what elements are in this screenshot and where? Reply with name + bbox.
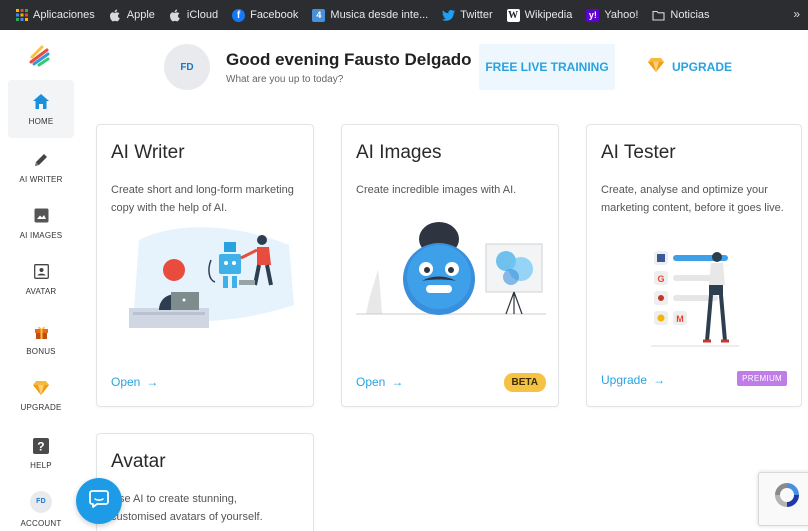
bookmark-apple[interactable]: Apple	[102, 0, 162, 30]
diamond-icon	[32, 379, 50, 397]
card-ai-tester[interactable]: AI Tester Create, analyse and optimize y…	[586, 124, 802, 407]
svg-text:G: G	[657, 274, 664, 284]
bookmark-twitter[interactable]: Twitter	[435, 0, 499, 30]
yahoo-icon: y!	[586, 8, 600, 22]
sidebar-item-label: AI WRITER	[19, 174, 63, 184]
apps-grid-icon	[15, 9, 28, 22]
image-icon	[32, 207, 50, 225]
sidebar-item-avatar[interactable]: AVATAR	[8, 250, 74, 308]
card-title: AI Tester	[601, 142, 676, 163]
diamond-icon	[648, 58, 664, 75]
bookmark-yahoo[interactable]: y! Yahoo!	[579, 0, 645, 30]
link-label: Upgrade	[601, 373, 648, 387]
bookmarks-overflow-button[interactable]: »	[793, 7, 800, 21]
twitter-icon	[442, 9, 456, 22]
bookmark-musica[interactable]: 4 Musica desde inte...	[305, 0, 435, 30]
recaptcha-badge[interactable]	[758, 472, 808, 526]
card-avatar[interactable]: Avatar Use AI to create stunning, custom…	[96, 433, 314, 531]
arrow-right-icon: →	[146, 375, 159, 389]
beta-badge: BETA	[503, 373, 546, 392]
upgrade-link[interactable]: Upgrade →	[601, 373, 665, 387]
upgrade-label: UPGRADE	[672, 59, 733, 74]
sidebar-item-home[interactable]: HOME	[8, 80, 74, 138]
facebook-icon: f	[232, 8, 246, 22]
bookmark-label: Musica desde inte...	[330, 9, 429, 21]
card-description: Create incredible images with AI.	[356, 184, 517, 196]
card-title: AI Writer	[111, 142, 185, 163]
arrow-right-icon: →	[391, 375, 404, 389]
apple-icon	[109, 9, 122, 22]
card-description: Use AI to create stunning, customised av…	[111, 493, 263, 523]
apple-icon	[169, 9, 182, 22]
bookmark-facebook[interactable]: f Facebook	[225, 0, 305, 30]
bookmark-label: Wikipedia	[524, 9, 573, 21]
card-ai-writer[interactable]: AI Writer Create short and long-form mar…	[96, 124, 314, 407]
bookmark-icloud[interactable]: iCloud	[162, 0, 225, 30]
bookmark-label: Facebook	[250, 9, 299, 21]
svg-text:?: ?	[37, 439, 45, 453]
bookmarks-bar: Aplicaciones Apple iCloud f Facebook 4 M…	[0, 0, 808, 30]
sidebar-item-ai-writer[interactable]: AI WRITER	[8, 138, 74, 196]
svg-text:M: M	[676, 314, 684, 324]
tester-illustration: G M	[651, 241, 741, 356]
sidebar-item-label: ACCOUNT	[20, 518, 62, 528]
sidebar-item-label: BONUS	[26, 346, 56, 356]
sidebar: HOME AI WRITER AI IMAGES AVATAR BONUS UP…	[0, 30, 78, 531]
home-icon	[32, 93, 50, 111]
sidebar-item-label: AI IMAGES	[19, 230, 63, 240]
recaptcha-icon	[773, 481, 801, 514]
greeting-title: Good evening Fausto Delgado	[226, 50, 472, 69]
music-icon: 4	[312, 8, 326, 22]
arrow-right-icon: →	[653, 373, 666, 387]
app-logo[interactable]	[28, 44, 52, 68]
gift-icon	[32, 323, 50, 341]
card-description: Create short and long-form marketing cop…	[111, 184, 294, 214]
pencil-icon	[32, 151, 50, 169]
bookmark-label: Aplicaciones	[33, 9, 95, 21]
card-title: Avatar	[111, 451, 166, 472]
card-title: AI Images	[356, 142, 442, 163]
card-ai-images[interactable]: AI Images Create incredible images with …	[341, 124, 559, 407]
sidebar-item-account[interactable]: FD ACCOUNT	[8, 480, 74, 531]
sidebar-item-label: HELP	[30, 460, 52, 470]
account-avatar: FD	[30, 490, 52, 513]
sidebar-item-label: AVATAR	[25, 286, 57, 296]
sidebar-item-ai-images[interactable]: AI IMAGES	[8, 194, 74, 252]
bookmark-aplicaciones[interactable]: Aplicaciones	[8, 0, 102, 30]
chat-button[interactable]	[76, 478, 122, 524]
bookmark-wikipedia[interactable]: W Wikipedia	[500, 0, 580, 30]
writer-illustration	[119, 220, 299, 340]
sidebar-item-upgrade[interactable]: UPGRADE	[8, 366, 74, 424]
bookmark-noticias[interactable]: Noticias	[645, 0, 716, 30]
folder-icon	[652, 9, 665, 22]
bookmark-label: Twitter	[460, 9, 493, 21]
open-link[interactable]: Open →	[356, 375, 403, 389]
chat-icon	[89, 489, 109, 513]
bookmark-label: Yahoo!	[604, 9, 639, 21]
premium-badge: PREMIUM	[737, 371, 787, 386]
card-description: Create, analyse and optimize your market…	[601, 184, 784, 214]
sidebar-item-label: UPGRADE	[20, 402, 62, 412]
bookmark-label: Noticias	[670, 9, 710, 21]
wikipedia-icon: W	[506, 8, 520, 22]
sidebar-item-bonus[interactable]: BONUS	[8, 310, 74, 368]
bookmark-label: iCloud	[186, 9, 219, 21]
link-label: Open	[111, 375, 141, 389]
user-avatar[interactable]: FD	[164, 44, 210, 90]
portrait-icon	[32, 263, 50, 281]
bookmark-label: Apple	[126, 9, 155, 21]
free-live-training-button[interactable]: FREE LIVE TRAINING	[479, 44, 615, 90]
sidebar-item-label: HOME	[28, 116, 54, 126]
sidebar-item-help[interactable]: ? HELP	[8, 424, 74, 482]
link-label: Open	[356, 375, 386, 389]
upgrade-button[interactable]: UPGRADE	[648, 58, 732, 75]
question-icon: ?	[32, 437, 50, 455]
open-link[interactable]: Open →	[111, 375, 158, 389]
greeting-subtitle: What are you up to today?	[226, 74, 344, 85]
images-illustration	[356, 209, 551, 324]
